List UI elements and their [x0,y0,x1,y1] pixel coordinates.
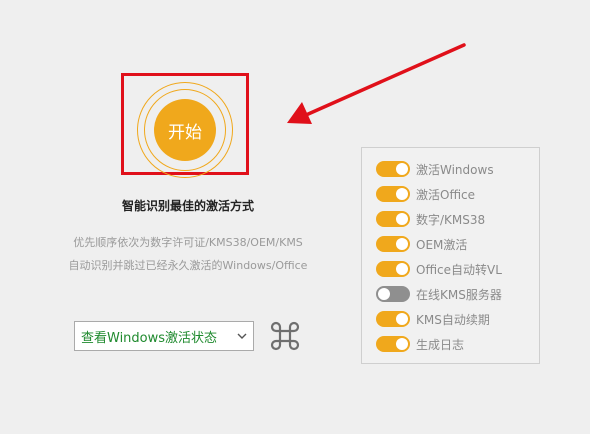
toggle-knob [396,263,408,275]
option-label: OEM激活 [416,237,468,252]
option-label: 数字/KMS38 [416,212,486,227]
toggle-switch[interactable] [376,161,410,177]
toggle-knob [396,238,408,250]
option-office-to-vl[interactable]: Office自动转VL [376,259,502,279]
description-line-1: 优先顺序依次为数字许可证/KMS38/OEM/KMS [73,236,303,249]
option-label: Office自动转VL [416,262,502,277]
headline: 智能识别最佳的激活方式 [121,199,254,213]
description-line-2: 自动识别并跳过已经永久激活的Windows/Office [68,259,308,272]
red-arrow-icon [287,43,466,124]
toggle-switch[interactable] [376,311,410,327]
toggle-knob [396,313,408,325]
start-button[interactable]: 开始 [154,99,216,161]
toggle-knob [396,213,408,225]
option-label: 激活Windows [416,162,494,177]
toggle-switch[interactable] [376,211,410,227]
option-activate-windows[interactable]: 激活Windows [376,159,494,179]
toggle-switch[interactable] [376,286,410,302]
toggle-switch[interactable] [376,336,410,352]
option-label: 激活Office [416,187,476,202]
option-oem-activation[interactable]: OEM激活 [376,234,467,254]
command-key-icon[interactable] [269,320,301,352]
status-select-value: 查看Windows激活状态 [81,330,218,346]
option-activate-office[interactable]: 激活Office [376,184,475,204]
toggle-switch[interactable] [376,186,410,202]
option-label: 在线KMS服务器 [416,287,502,302]
toggle-knob [378,288,390,300]
options-panel: 激活Windows 激活Office 数字/KMS38 OEM激活 Office… [361,147,540,364]
option-label: KMS自动续期 [416,312,490,327]
toggle-knob [396,163,408,175]
option-digital-kms38[interactable]: 数字/KMS38 [376,209,485,229]
chevron-down-icon [237,333,247,339]
toggle-switch[interactable] [376,261,410,277]
option-label: 生成日志 [416,337,465,352]
status-select[interactable]: 查看Windows激活状态 [74,321,254,351]
option-generate-log[interactable]: 生成日志 [376,334,464,354]
activation-window: 开始 智能识别最佳的激活方式 优先顺序依次为数字许可证/KMS38/OEM/KM… [0,0,590,434]
option-online-kms-server[interactable]: 在线KMS服务器 [376,284,502,304]
toggle-knob [396,188,408,200]
toggle-switch[interactable] [376,236,410,252]
option-kms-auto-renew[interactable]: KMS自动续期 [376,309,490,329]
toggle-knob [396,338,408,350]
start-button-label: 开始 [168,122,202,143]
